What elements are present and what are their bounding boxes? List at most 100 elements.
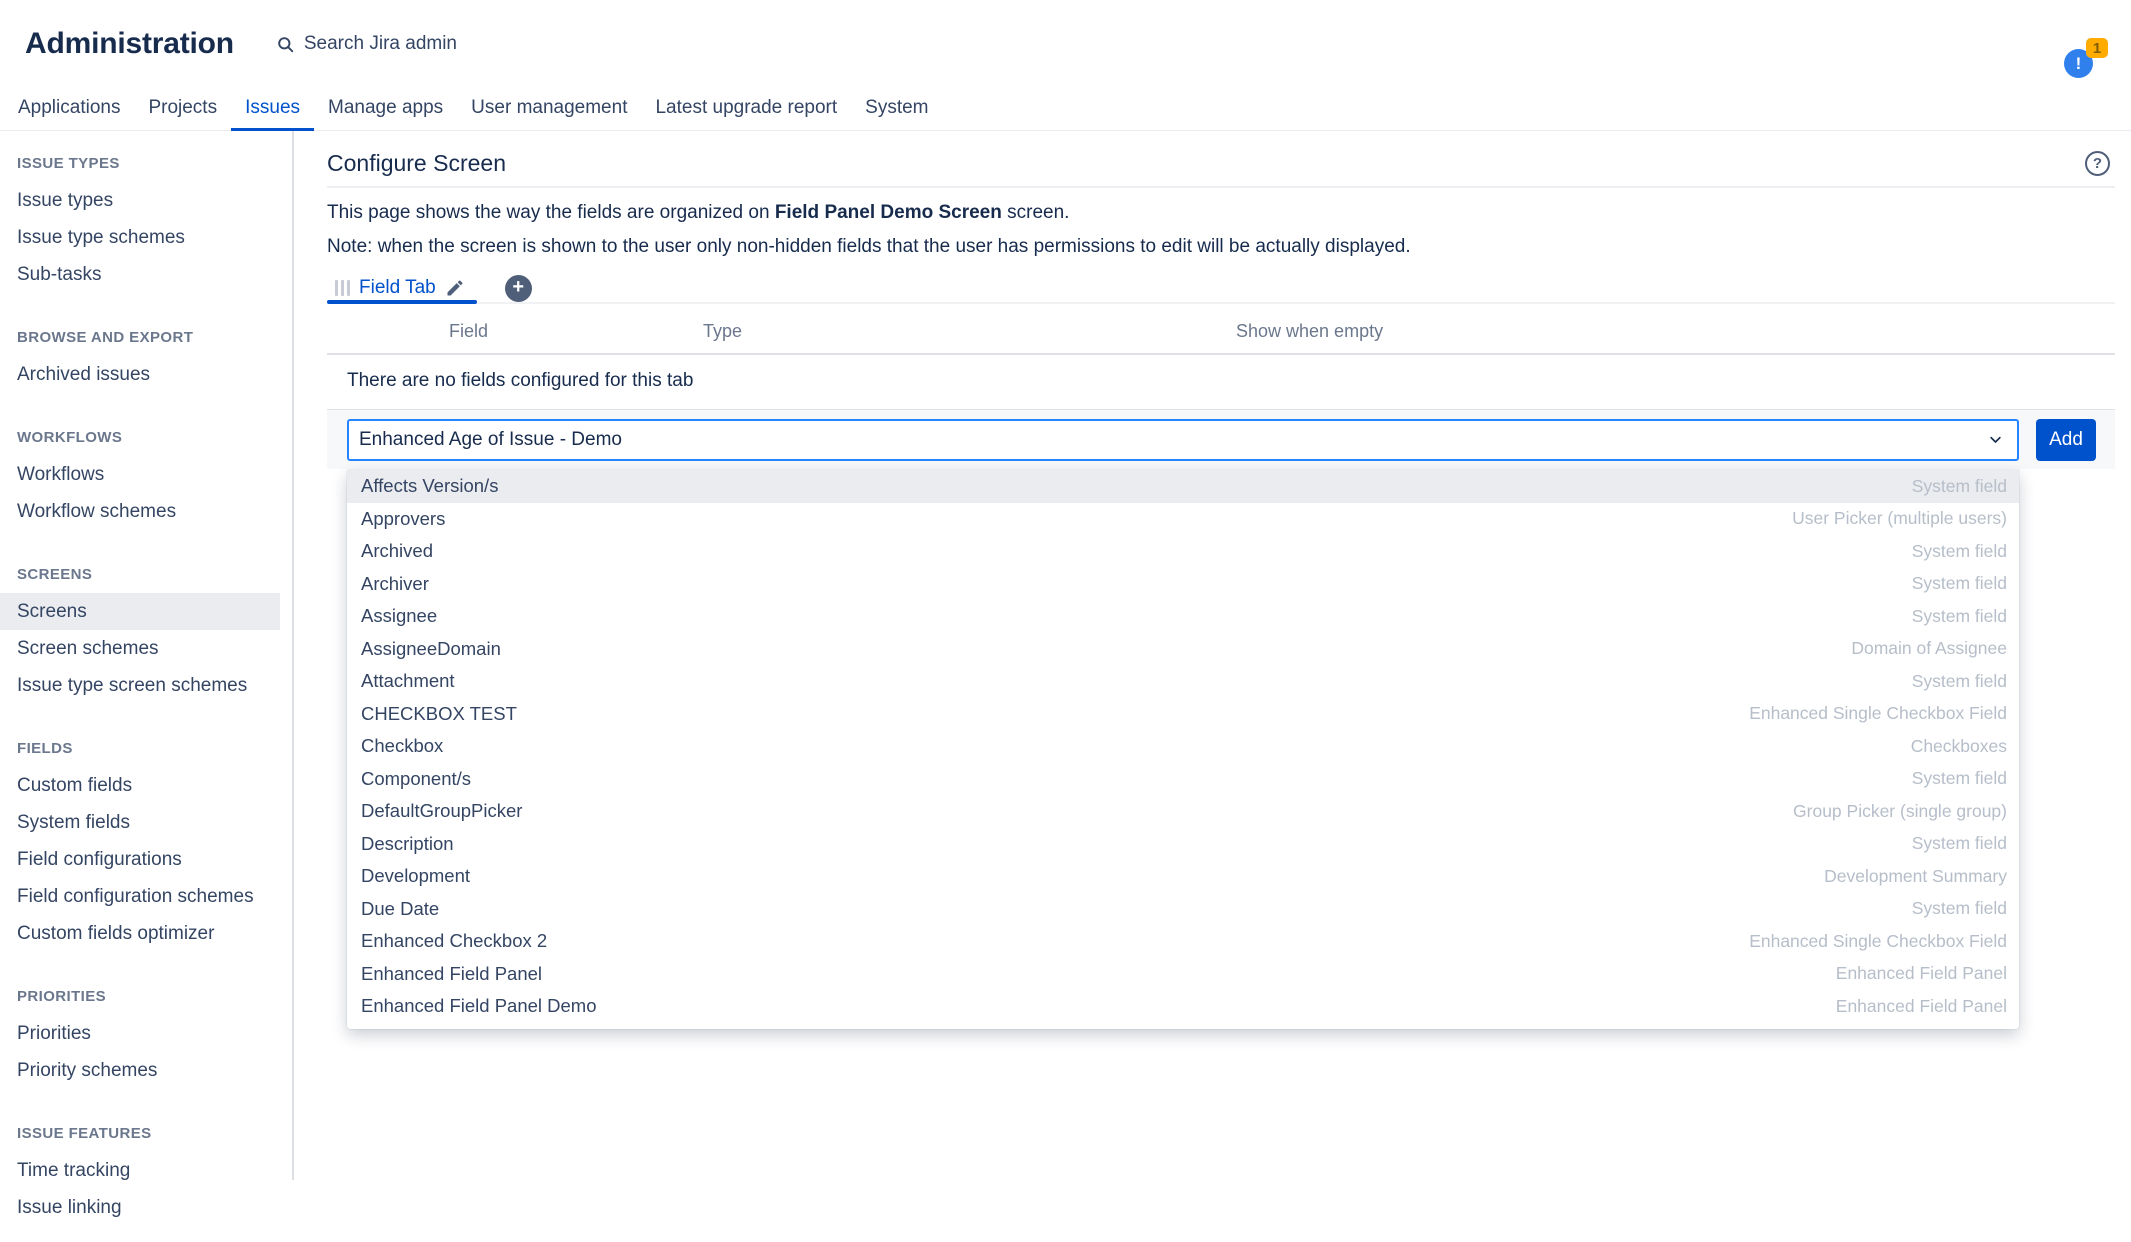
option-label: AssigneeDomain	[361, 638, 501, 660]
dropdown-option-assigneedomain[interactable]: AssigneeDomain Domain of Assignee	[347, 633, 2019, 666]
option-type: System field	[1912, 671, 2007, 692]
main-content: Configure Screen ? This page shows the w…	[294, 131, 2131, 1242]
sidebar-section-heading: SCREENS	[0, 566, 292, 583]
screen-tabs-row: Field Tab +	[327, 274, 2115, 304]
option-label: Checkbox	[361, 735, 443, 757]
sidebar-section-issue-types: ISSUE TYPESIssue typesIssue type schemes…	[0, 155, 292, 293]
sidebar-item-sub-tasks[interactable]: Sub-tasks	[0, 256, 280, 293]
sidebar-section-heading: ISSUE FEATURES	[0, 1125, 292, 1142]
sidebar-item-field-configurations[interactable]: Field configurations	[0, 841, 280, 878]
page-note: Note: when the screen is shown to the us…	[327, 236, 2115, 258]
dropdown-option-development[interactable]: Development Development Summary	[347, 860, 2019, 893]
dropdown-option-component-s[interactable]: Component/s System field	[347, 763, 2019, 796]
option-type: User Picker (multiple users)	[1792, 508, 2007, 529]
sidebar-item-custom-fields[interactable]: Custom fields	[0, 767, 280, 804]
column-header-field: Field	[449, 321, 488, 342]
sidebar-item-custom-fields-optimizer[interactable]: Custom fields optimizer	[0, 915, 280, 952]
dropdown-option-assignee[interactable]: AssigneeSystem field	[347, 600, 2019, 633]
dropdown-option-approvers[interactable]: Approvers User Picker (multiple users)	[347, 503, 2019, 536]
sidebar-item-screen-schemes[interactable]: Screen schemes	[0, 630, 280, 667]
nav-tab-user-management[interactable]: User management	[457, 88, 641, 131]
sidebar-section-issue-features: ISSUE FEATURES Time trackingIssue linking	[0, 1125, 292, 1226]
nav-tab-issues[interactable]: Issues	[231, 88, 314, 131]
notification-icon[interactable]: ! 1	[2064, 38, 2108, 78]
option-type: System field	[1912, 541, 2007, 562]
option-type: Enhanced Single Checkbox Field	[1749, 703, 2007, 724]
admin-nav: ApplicationsProjectsIssuesManage appsUse…	[0, 88, 2131, 131]
sidebar-section-browse-and-export: BROWSE AND EXPORTArchived issues	[0, 329, 292, 393]
screen-name: Field Panel Demo Screen	[775, 202, 1002, 223]
description-suffix: screen.	[1002, 202, 1070, 223]
dropdown-option-defaultgrouppicker[interactable]: DefaultGroupPickerGroup Picker (single g…	[347, 795, 2019, 828]
app-title: Administration	[25, 27, 234, 61]
sidebar-item-issue-type-schemes[interactable]: Issue type schemes	[0, 219, 280, 256]
dropdown-option-enhanced-field-panel-demo[interactable]: Enhanced Field Panel DemoEnhanced Field …	[347, 990, 2019, 1023]
sidebar-item-field-configuration-schemes[interactable]: Field configuration schemes	[0, 878, 280, 915]
option-label: CHECKBOX TEST	[361, 703, 517, 725]
option-type: System field	[1912, 898, 2007, 919]
dropdown-option-archived[interactable]: Archived System field	[347, 535, 2019, 568]
tab-field-tab[interactable]: Field Tab	[327, 274, 477, 302]
column-header-show-when-empty: Show when empty	[1236, 321, 1383, 342]
page-description: This page shows the way the fields are o…	[327, 202, 2115, 224]
sidebar-item-archived-issues[interactable]: Archived issues	[0, 356, 280, 393]
sidebar-item-issue-types[interactable]: Issue types	[0, 182, 280, 219]
sidebar-item-priorities[interactable]: Priorities	[0, 1015, 280, 1052]
sidebar-item-issue-linking[interactable]: Issue linking	[0, 1189, 280, 1226]
sidebar-section-screens: SCREENS ScreensScreen schemesIssue type s…	[0, 566, 292, 704]
sidebar-item-workflow-schemes[interactable]: Workflow schemes	[0, 493, 280, 530]
add-tab-button[interactable]: +	[505, 275, 532, 302]
dropdown-option-due-date[interactable]: Due Date System field	[347, 893, 2019, 926]
nav-tab-projects[interactable]: Projects	[134, 88, 231, 131]
dropdown-option-checkbox[interactable]: CheckboxCheckboxes	[347, 730, 2019, 763]
title-row: Configure Screen ?	[327, 149, 2115, 177]
option-type: Enhanced Field Panel	[1836, 996, 2007, 1017]
dropdown-option-enhanced-checkbox-2[interactable]: Enhanced Checkbox 2Enhanced Single Check…	[347, 925, 2019, 958]
dropdown-option-checkbox-test[interactable]: CHECKBOX TEST Enhanced Single Checkbox Fi…	[347, 698, 2019, 731]
option-type: Domain of Assignee	[1851, 638, 2007, 659]
page-body: ISSUE TYPESIssue typesIssue type schemes…	[0, 131, 2131, 1242]
sidebar-item-time-tracking[interactable]: Time tracking	[0, 1152, 280, 1189]
edit-pencil-icon[interactable]	[445, 278, 465, 298]
option-type: Enhanced Single Checkbox Field	[1749, 931, 2007, 952]
nav-tab-system[interactable]: System	[851, 88, 942, 131]
add-field-row: Enhanced Age of Issue - Demo Add Affects…	[327, 409, 2115, 469]
option-label: Component/s	[361, 768, 471, 790]
option-type: System field	[1912, 476, 2007, 497]
dropdown-option-description[interactable]: DescriptionSystem field	[347, 828, 2019, 861]
option-label: Assignee	[361, 605, 437, 627]
sidebar-item-issue-type-screen-schemes[interactable]: Issue type screen schemes	[0, 667, 280, 704]
nav-tab-manage-apps[interactable]: Manage apps	[314, 88, 457, 131]
dropdown-option-enhanced-field-panel[interactable]: Enhanced Field PanelEnhanced Field Panel	[347, 958, 2019, 991]
dropdown-option-affects-version-s[interactable]: Affects Version/sSystem field	[347, 470, 2019, 503]
nav-tab-latest-upgrade-report[interactable]: Latest upgrade report	[641, 88, 851, 131]
option-type: Enhanced Field Panel	[1836, 963, 2007, 984]
sidebar-section-priorities: PRIORITIES PrioritiesPriority schemes	[0, 988, 292, 1089]
field-select[interactable]: Enhanced Age of Issue - Demo	[347, 419, 2019, 461]
sidebar-item-priority-schemes[interactable]: Priority schemes	[0, 1052, 280, 1089]
help-icon[interactable]: ?	[2085, 151, 2110, 176]
sidebar-item-system-fields[interactable]: System fields	[0, 804, 280, 841]
option-label: Approvers	[361, 508, 445, 530]
option-label: Archived	[361, 540, 433, 562]
sidebar-section-workflows: WORKFLOWS WorkflowsWorkflow schemes	[0, 429, 292, 530]
sidebar-item-workflows[interactable]: Workflows	[0, 456, 280, 493]
nav-tab-applications[interactable]: Applications	[4, 88, 134, 131]
option-label: Due Date	[361, 898, 439, 920]
option-label: Development	[361, 865, 470, 887]
dropdown-option-archiver[interactable]: ArchiverSystem field	[347, 568, 2019, 601]
drag-handle-icon[interactable]	[335, 280, 350, 296]
sidebar-item-screens[interactable]: Screens	[0, 593, 280, 630]
admin-search[interactable]: Search Jira admin	[276, 33, 457, 55]
dropdown-option-attachment[interactable]: AttachmentSystem field	[347, 665, 2019, 698]
option-label: Archiver	[361, 573, 429, 595]
sidebar-section-heading: PRIORITIES	[0, 988, 292, 1005]
add-field-button[interactable]: Add	[2036, 419, 2096, 461]
chevron-down-icon	[1988, 432, 2003, 447]
option-type: System field	[1912, 833, 2007, 854]
sidebar-section-heading: WORKFLOWS	[0, 429, 292, 446]
option-type: Development Summary	[1824, 866, 2007, 887]
option-type: System field	[1912, 768, 2007, 789]
option-type: Group Picker (single group)	[1793, 801, 2007, 822]
search-icon	[276, 35, 295, 54]
